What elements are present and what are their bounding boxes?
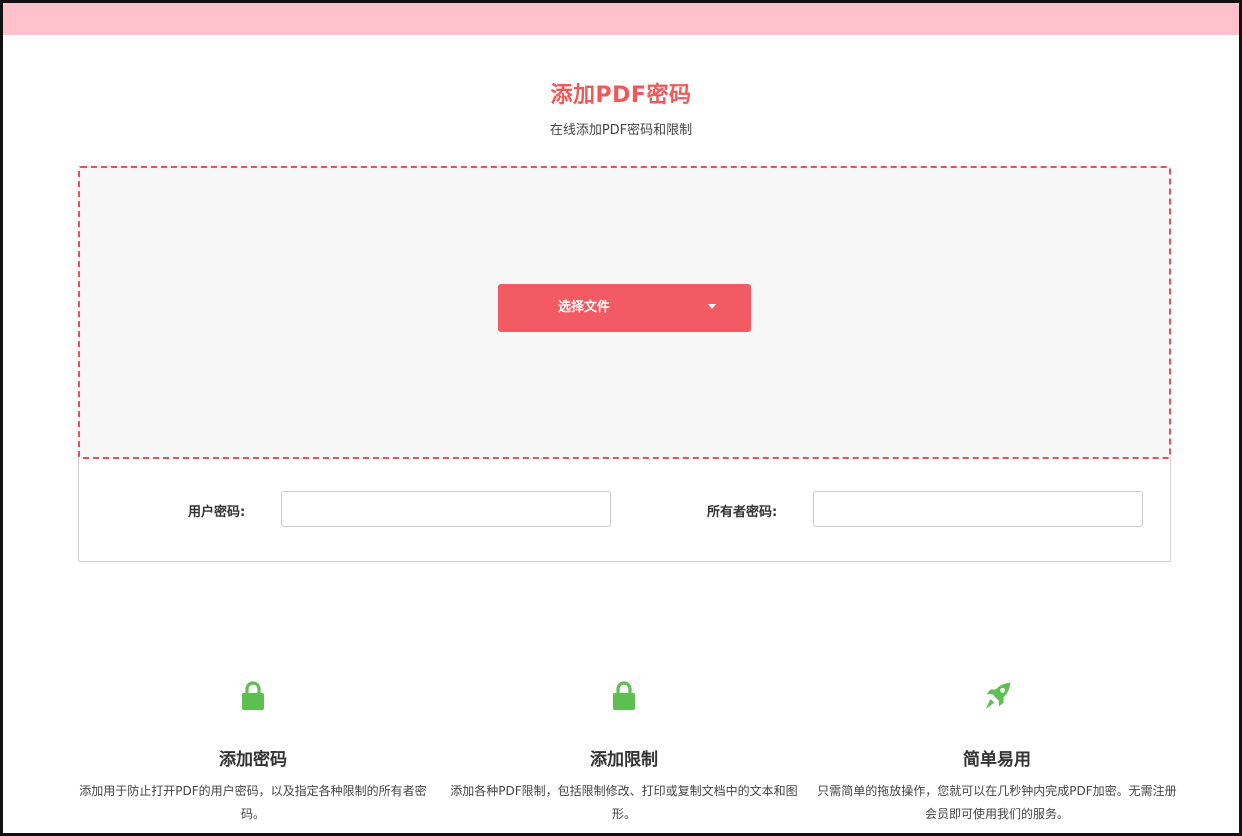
page-title: 添加PDF密码 [550,83,692,108]
feature-title: 添加密码 [219,750,287,770]
page-frame: 添加PDF密码 在线添加PDF密码和限制 选择文件 用户密码: 所有者密码: 添… [0,0,1242,836]
feature-title: 添加限制 [590,750,658,770]
user-password-input[interactable] [281,491,611,527]
user-password-label: 用户密码: [188,505,246,520]
feature-description: 只需简单的拖放操作，您就可以在几秒钟内完成PDF加密。无需注册会员即可使用我们的… [817,784,1177,821]
feature-title: 简单易用 [963,750,1031,770]
upload-panel: 选择文件 用户密码: 所有者密码: [78,166,1171,562]
rocket-icon [985,682,1011,710]
feature-description: 添加用于防止打开PDF的用户密码，以及指定各种限制的所有者密码。 [79,784,427,821]
feature-add-password: 添加密码 添加用于防止打开PDF的用户密码，以及指定各种限制的所有者密码。 [73,681,433,826]
lock-icon [613,681,635,710]
lock-icon [242,681,264,710]
feature-description: 添加各种PDF限制，包括限制修改、打印或复制文档中的文本和图形。 [450,784,798,821]
choose-file-label: 选择文件 [558,300,611,315]
choose-file-button[interactable]: 选择文件 [498,284,751,332]
page-subtitle: 在线添加PDF密码和限制 [549,123,693,138]
feature-easy-to-use: 简单易用 只需简单的拖放操作，您就可以在几秒钟内完成PDF加密。无需注册会员即可… [817,681,1177,826]
feature-add-restrictions: 添加限制 添加各种PDF限制，包括限制修改、打印或复制文档中的文本和图形。 [444,681,804,826]
owner-password-input[interactable] [813,491,1143,527]
caret-down-icon[interactable] [708,304,716,309]
owner-password-label: 所有者密码: [707,505,778,520]
top-bar [3,3,1239,35]
file-dropzone[interactable]: 选择文件 [78,166,1171,459]
